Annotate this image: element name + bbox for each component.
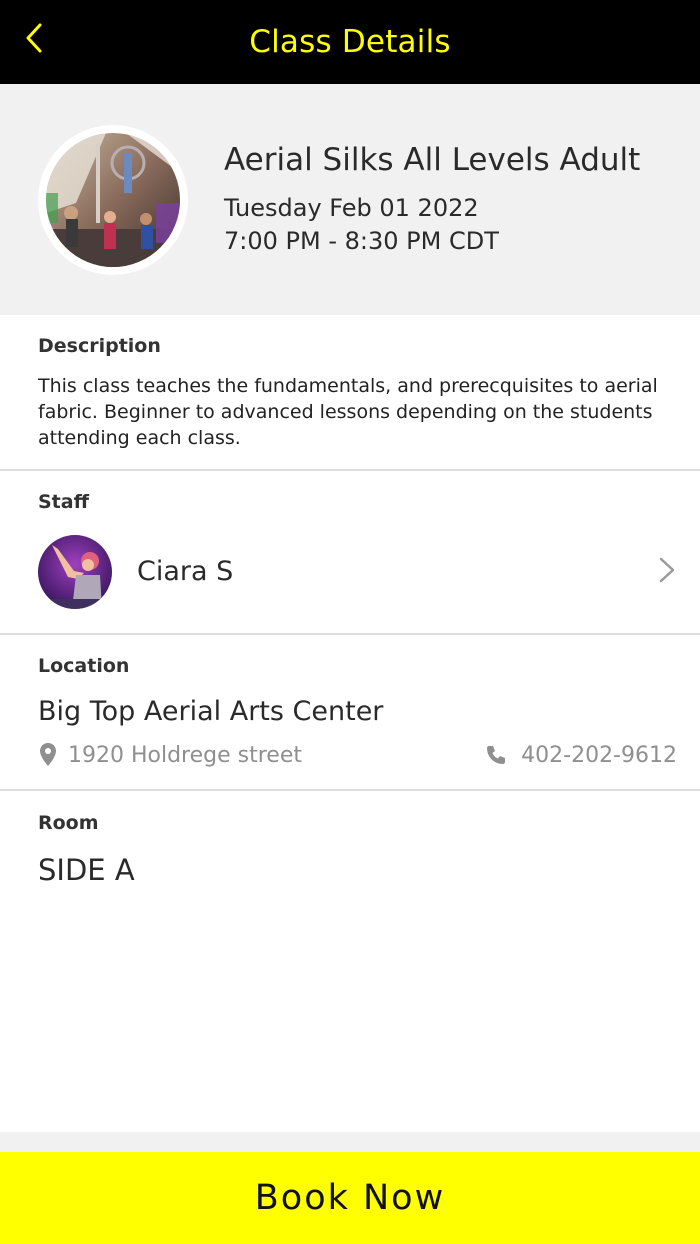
chevron-left-icon: [26, 23, 42, 53]
class-photo-image: [46, 133, 180, 267]
class-date: Tuesday Feb 01 2022: [224, 194, 479, 222]
divider: [0, 633, 700, 635]
class-header: Aerial Silks All Levels Adult Tuesday Fe…: [0, 84, 700, 315]
address-link[interactable]: 1920 Holdrege street: [38, 740, 302, 770]
back-button[interactable]: [14, 16, 54, 60]
page-title: Class Details: [249, 24, 451, 60]
book-now-button[interactable]: Book Now: [0, 1152, 700, 1244]
location-name: Big Top Aerial Arts Center: [38, 696, 384, 727]
staff-name: Ciara S: [137, 556, 234, 587]
class-name: Aerial Silks All Levels Adult: [224, 142, 641, 178]
map-pin-icon: [40, 743, 56, 766]
description-text: This class teaches the fundamentals, and…: [38, 375, 658, 449]
room-label: Room: [38, 812, 99, 834]
divider: [0, 789, 700, 791]
address-text: 1920 Holdrege street: [68, 742, 302, 768]
staff-row[interactable]: Ciara S: [0, 520, 700, 630]
class-photo: [38, 125, 188, 275]
footer-strip: [0, 1132, 700, 1152]
phone-icon: [487, 746, 506, 764]
location-label: Location: [38, 655, 130, 677]
staff-label: Staff: [38, 491, 89, 513]
chevron-right-icon: [659, 557, 675, 583]
room-value: SIDE A: [38, 853, 135, 887]
class-details-screen: Class Details Aerial Silks All Levels Ad…: [0, 0, 700, 1244]
phone-link[interactable]: 402-202-9612: [485, 740, 677, 770]
avatar: [38, 535, 112, 609]
class-time: 7:00 PM - 8:30 PM CDT: [224, 227, 499, 255]
description-label: Description: [38, 335, 161, 357]
divider: [0, 469, 700, 471]
book-now-label: Book Now: [254, 1178, 446, 1218]
phone-text: 402-202-9612: [521, 742, 677, 768]
top-bar: Class Details: [0, 0, 700, 84]
